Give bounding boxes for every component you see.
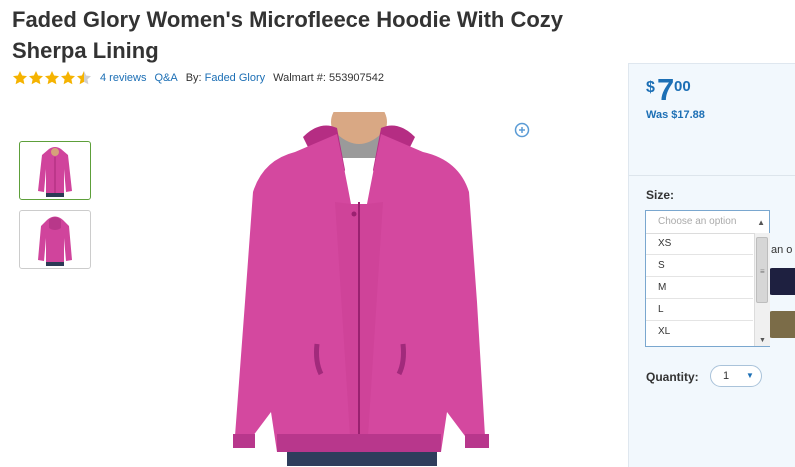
size-dropdown-header[interactable]: Choose an option ▲ — [646, 211, 769, 234]
zoom-in-icon[interactable] — [514, 122, 530, 138]
rating-stars[interactable] — [12, 70, 92, 86]
size-options: XS S M L XL — [646, 233, 753, 343]
scrollbar-thumb[interactable]: ≡ — [756, 237, 768, 303]
size-dropdown[interactable]: Choose an option ▲ XS S M L XL ≡ ▼ — [645, 210, 770, 347]
color-swatch-navy[interactable] — [769, 268, 795, 295]
product-main-image — [233, 112, 489, 466]
quantity-select[interactable]: 1 ▼ — [710, 365, 762, 387]
star-icon — [60, 70, 76, 86]
price-currency: $ — [646, 79, 655, 96]
color-swatch-khaki[interactable] — [769, 311, 795, 338]
size-option-xs[interactable]: XS — [646, 233, 753, 255]
hoodie-back-thumb-image — [38, 216, 72, 266]
hoodie-front-thumb-image — [38, 146, 72, 197]
walmart-number: Walmart #: 553907542 — [273, 72, 385, 84]
color-label-partial: an o — [771, 244, 793, 256]
star-icon — [44, 70, 60, 86]
product-meta: 4 reviews Q&A By: Faded Glory Walmart #:… — [12, 70, 384, 86]
size-placeholder: Choose an option — [658, 216, 737, 227]
qa-link[interactable]: Q&A — [154, 72, 177, 84]
size-option-xl[interactable]: XL — [646, 321, 753, 343]
thumbnail-front[interactable] — [19, 141, 91, 200]
size-option-s[interactable]: S — [646, 255, 753, 277]
size-label: Size: — [646, 188, 675, 202]
size-option-m[interactable]: M — [646, 277, 753, 299]
was-price: Was $17.88 — [646, 109, 705, 121]
quantity-label: Quantity: — [646, 370, 699, 384]
chevron-down-icon: ▼ — [746, 371, 754, 380]
scroll-down-icon[interactable]: ▼ — [759, 337, 766, 344]
size-option-l[interactable]: L — [646, 299, 753, 321]
caret-up-icon: ▲ — [757, 218, 765, 227]
by-label: By: — [185, 72, 202, 84]
star-icon — [28, 70, 44, 86]
star-icon — [12, 70, 28, 86]
grip-icon: ≡ — [760, 267, 765, 276]
product-title: Faded Glory Women's Microfleece Hoodie W… — [12, 7, 564, 63]
brand-link[interactable]: Faded Glory — [205, 72, 266, 84]
reviews-link[interactable]: 4 reviews — [100, 72, 146, 84]
dropdown-scrollbar[interactable]: ≡ ▼ — [754, 233, 770, 346]
panel-divider — [629, 175, 795, 176]
half-star-icon — [76, 70, 92, 86]
price-cents: 00 — [674, 78, 691, 95]
quantity-value: 1 — [723, 370, 730, 382]
price-whole: 7 — [657, 72, 675, 107]
thumbnail-back[interactable] — [19, 210, 91, 269]
